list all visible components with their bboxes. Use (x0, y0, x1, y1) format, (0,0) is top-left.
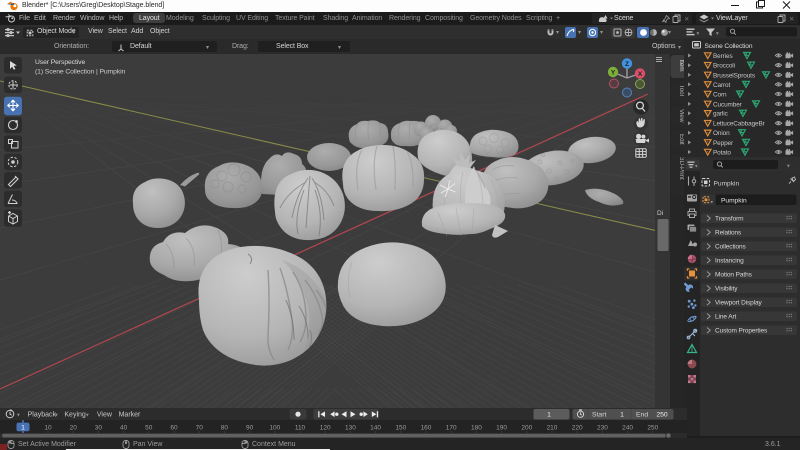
svg-text:220: 220 (572, 425, 583, 432)
svg-text:Line Art: Line Art (715, 314, 737, 321)
svg-text:1: 1 (547, 412, 551, 419)
svg-text:LettuceCabbageBr: LettuceCabbageBr (713, 121, 766, 128)
svg-text:▾: ▾ (716, 31, 719, 37)
svg-text:End: End (636, 412, 648, 419)
svg-text:Marker: Marker (119, 412, 141, 419)
svg-text:Keying: Keying (64, 412, 86, 419)
svg-text:Pumpkin: Pumpkin (721, 198, 747, 205)
svg-text:250: 250 (656, 412, 668, 419)
svg-text:Playback: Playback (28, 412, 57, 419)
svg-text:Broccoli: Broccoli (713, 63, 735, 70)
svg-text:Relations: Relations (715, 230, 742, 237)
svg-text:Z: Z (625, 61, 629, 68)
svg-text:140: 140 (370, 425, 381, 432)
svg-text:Collections: Collections (715, 244, 747, 251)
svg-text:180: 180 (471, 425, 482, 432)
svg-text:X: X (638, 71, 643, 78)
svg-text:90: 90 (246, 425, 254, 432)
svg-text:▾: ▾ (17, 413, 20, 419)
svg-text:1: 1 (21, 424, 25, 431)
svg-text:110: 110 (295, 425, 306, 432)
svg-text:1: 1 (620, 412, 624, 419)
svg-text:70: 70 (196, 425, 204, 432)
svg-text:Pumpkin: Pumpkin (714, 181, 740, 188)
svg-text:100: 100 (269, 425, 280, 432)
svg-text:120: 120 (320, 425, 331, 432)
svg-text:130: 130 (345, 425, 356, 432)
svg-text:Pepper: Pepper (713, 140, 734, 147)
svg-text:30: 30 (95, 425, 103, 432)
svg-text:View: View (97, 412, 113, 419)
svg-text:Onion: Onion (713, 130, 730, 137)
svg-text:Corn: Corn (713, 91, 727, 98)
svg-text:200: 200 (521, 425, 532, 432)
svg-text:170: 170 (446, 425, 457, 432)
svg-text:40: 40 (120, 425, 128, 432)
svg-text:10: 10 (44, 425, 52, 432)
svg-text:Custom Properties: Custom Properties (715, 328, 768, 335)
svg-text:Potato: Potato (713, 149, 731, 156)
svg-text:garlic: garlic (713, 111, 729, 118)
svg-text:240: 240 (622, 425, 633, 432)
svg-text:Viewport Display: Viewport Display (715, 300, 763, 307)
svg-text:▾: ▾ (787, 164, 790, 170)
svg-text:150: 150 (395, 425, 406, 432)
svg-text:160: 160 (421, 425, 432, 432)
svg-text:190: 190 (496, 425, 507, 432)
svg-text:80: 80 (221, 425, 229, 432)
svg-text:Visibility: Visibility (715, 286, 738, 293)
svg-text:User Perspective: User Perspective (35, 59, 85, 66)
svg-text:20: 20 (70, 425, 78, 432)
svg-text:BrusselSprouts: BrusselSprouts (713, 72, 755, 79)
svg-text:Berries: Berries (713, 53, 733, 60)
svg-text:Instancing: Instancing (715, 258, 744, 265)
svg-text:210: 210 (547, 425, 558, 432)
svg-text:▾: ▾ (55, 413, 58, 419)
svg-text:Start: Start (592, 412, 606, 419)
svg-text:50: 50 (145, 425, 153, 432)
svg-text:230: 230 (597, 425, 608, 432)
svg-text:Di: Di (657, 210, 663, 217)
svg-text:Transform: Transform (715, 216, 743, 223)
svg-text:Scene Collection: Scene Collection (705, 43, 753, 50)
svg-text:Y: Y (611, 70, 616, 77)
svg-text:(1) Scene Collection | Pumpkin: (1) Scene Collection | Pumpkin (35, 69, 126, 76)
svg-text:▾: ▾ (86, 413, 89, 419)
svg-text:Motion Paths: Motion Paths (715, 272, 753, 279)
svg-text:Cucumber: Cucumber (713, 101, 743, 108)
svg-text:250: 250 (647, 425, 658, 432)
svg-text:▾: ▾ (697, 31, 700, 37)
svg-text:60: 60 (170, 425, 178, 432)
svg-text:Carrot: Carrot (713, 82, 730, 89)
